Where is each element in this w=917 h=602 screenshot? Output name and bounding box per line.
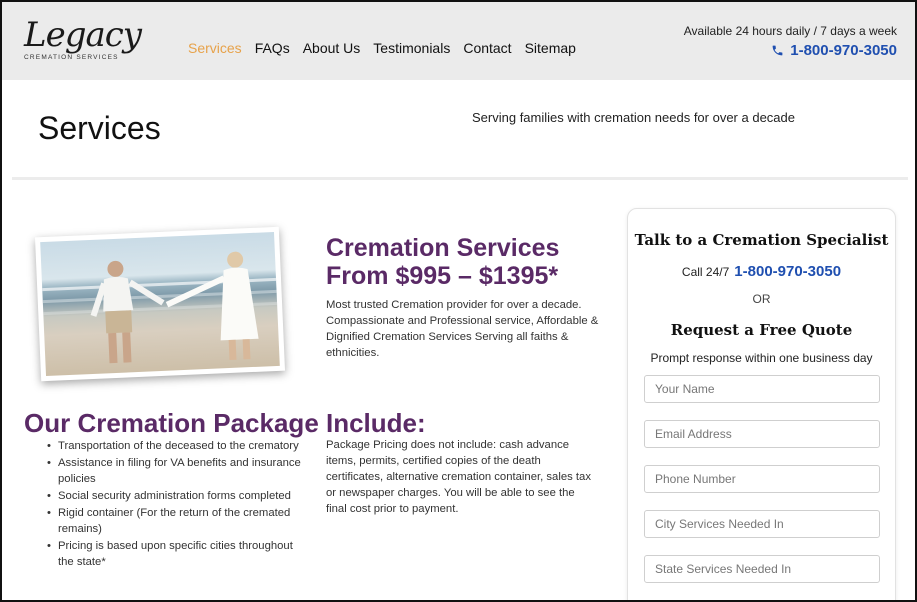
photo-image (40, 231, 280, 377)
list-item: Assistance in filing for VA benefits and… (42, 455, 304, 487)
list-item: Transportation of the deceased to the cr… (42, 438, 304, 454)
services-heading: Cremation Services From $995 – $1395* (326, 234, 559, 290)
logo-script: Legacy (24, 15, 142, 55)
list-item: Pricing is based upon specific cities th… (42, 538, 304, 570)
package-pricing-note: Package Pricing does not include: cash a… (326, 439, 591, 515)
phone-icon (772, 45, 783, 56)
nav-sitemap[interactable]: Sitemap (525, 40, 576, 56)
sidebar-phone-link[interactable]: 1-800-970-3050 (734, 263, 841, 280)
page-frame: Legacy CREMATION SERVICES Services FAQs … (0, 0, 917, 602)
services-heading-line2: From $995 – $1395* (326, 262, 559, 290)
call-label: Call 24/7 (681, 265, 730, 279)
specialist-title: Talk to a Cremation Specialist (634, 231, 889, 249)
services-heading-line1: Cremation Services (326, 234, 560, 262)
title-band: Services Serving families with cremation… (12, 80, 908, 180)
email-input[interactable] (644, 420, 880, 448)
header-phone-number: 1-800-970-3050 (790, 42, 897, 59)
header-phone-link[interactable]: 1-800-970-3050 (771, 42, 897, 59)
logo-subtitle: CREMATION SERVICES (24, 54, 119, 61)
main-nav: Services FAQs About Us Testimonials Cont… (188, 40, 576, 56)
logo[interactable]: Legacy CREMATION SERVICES (24, 15, 142, 68)
nav-services[interactable]: Services (188, 40, 242, 56)
package-heading: Our Cremation Package Include: (24, 408, 426, 438)
or-divider: OR (752, 292, 771, 306)
availability-text: Available 24 hours daily / 7 days a week (683, 24, 897, 38)
list-item: Social security administration forms com… (42, 488, 304, 504)
package-list: Transportation of the deceased to the cr… (42, 438, 304, 571)
quote-subtitle: Prompt response within one business day (650, 351, 873, 365)
phone-input[interactable] (644, 465, 880, 493)
page-title: Services (38, 110, 161, 146)
nav-about-us[interactable]: About Us (303, 40, 361, 56)
page-tagline: Serving families with cremation needs fo… (472, 110, 795, 125)
quote-card: Talk to a Cremation Specialist Call 24/7… (627, 208, 896, 600)
couple-beach-photo (34, 226, 286, 382)
nav-faqs[interactable]: FAQs (255, 40, 290, 56)
city-input[interactable] (644, 510, 880, 538)
call-row: Call 24/7 1-800-970-3050 (628, 263, 895, 280)
nav-contact[interactable]: Contact (463, 40, 511, 56)
name-input[interactable] (644, 375, 880, 403)
nav-testimonials[interactable]: Testimonials (373, 40, 450, 56)
services-description: Most trusted Cremation provider for over… (326, 299, 599, 359)
state-input[interactable] (644, 555, 880, 583)
list-item: Rigid container (For the return of the c… (42, 505, 304, 537)
quote-title: Request a Free Quote (670, 321, 853, 339)
couple-silhouette (90, 251, 259, 364)
site-header: Legacy CREMATION SERVICES Services FAQs … (2, 2, 915, 80)
